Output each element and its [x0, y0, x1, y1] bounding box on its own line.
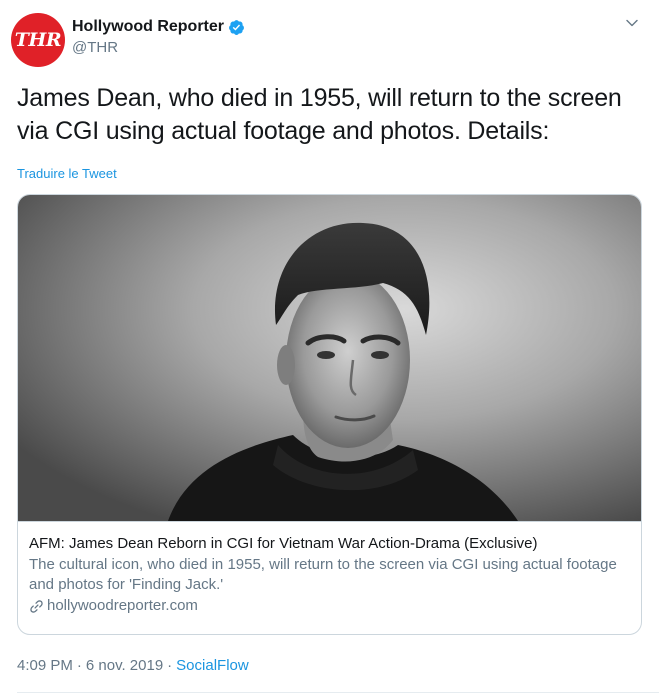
- divider: [17, 692, 659, 693]
- link-icon: [30, 599, 43, 613]
- card-domain: hollywoodreporter.com: [47, 597, 198, 614]
- card-image[interactable]: [18, 195, 641, 521]
- card-title[interactable]: AFM: James Dean Reborn in CGI for Vietna…: [29, 534, 629, 554]
- avatar-logo-text: THR: [14, 29, 62, 51]
- tweet-text: James Dean, who died in 1955, will retur…: [17, 84, 622, 145]
- card-description: The cultural icon, who died in 1955, wil…: [29, 556, 617, 593]
- author-handle[interactable]: @THR: [72, 39, 245, 56]
- tweet-meta: 4:09 PM · 6 nov. 2019 · SocialFlow: [17, 657, 249, 674]
- author-display-name[interactable]: Hollywood Reporter: [72, 18, 224, 36]
- verified-badge-icon: [229, 19, 244, 35]
- author-block: Hollywood Reporter @THR: [72, 16, 245, 56]
- chevron-down-icon[interactable]: [624, 15, 640, 31]
- card-domain-row: hollywoodreporter.com: [29, 596, 629, 616]
- tweet-time[interactable]: 4:09 PM: [17, 657, 73, 674]
- card-body[interactable]: AFM: James Dean Reborn in CGI for Vietna…: [18, 521, 641, 616]
- translate-tweet-link[interactable]: Traduire le Tweet: [17, 166, 117, 181]
- meta-separator: ·: [76, 657, 82, 674]
- meta-separator: ·: [167, 657, 173, 674]
- author-name-row: Hollywood Reporter: [72, 16, 245, 38]
- avatar[interactable]: THR: [11, 13, 65, 67]
- tweet-date[interactable]: 6 nov. 2019: [86, 657, 163, 674]
- link-card[interactable]: AFM: James Dean Reborn in CGI for Vietna…: [17, 194, 642, 635]
- tweet: THR Hollywood Reporter @THR James Dean, …: [0, 0, 659, 695]
- tweet-source-link[interactable]: SocialFlow: [176, 657, 249, 674]
